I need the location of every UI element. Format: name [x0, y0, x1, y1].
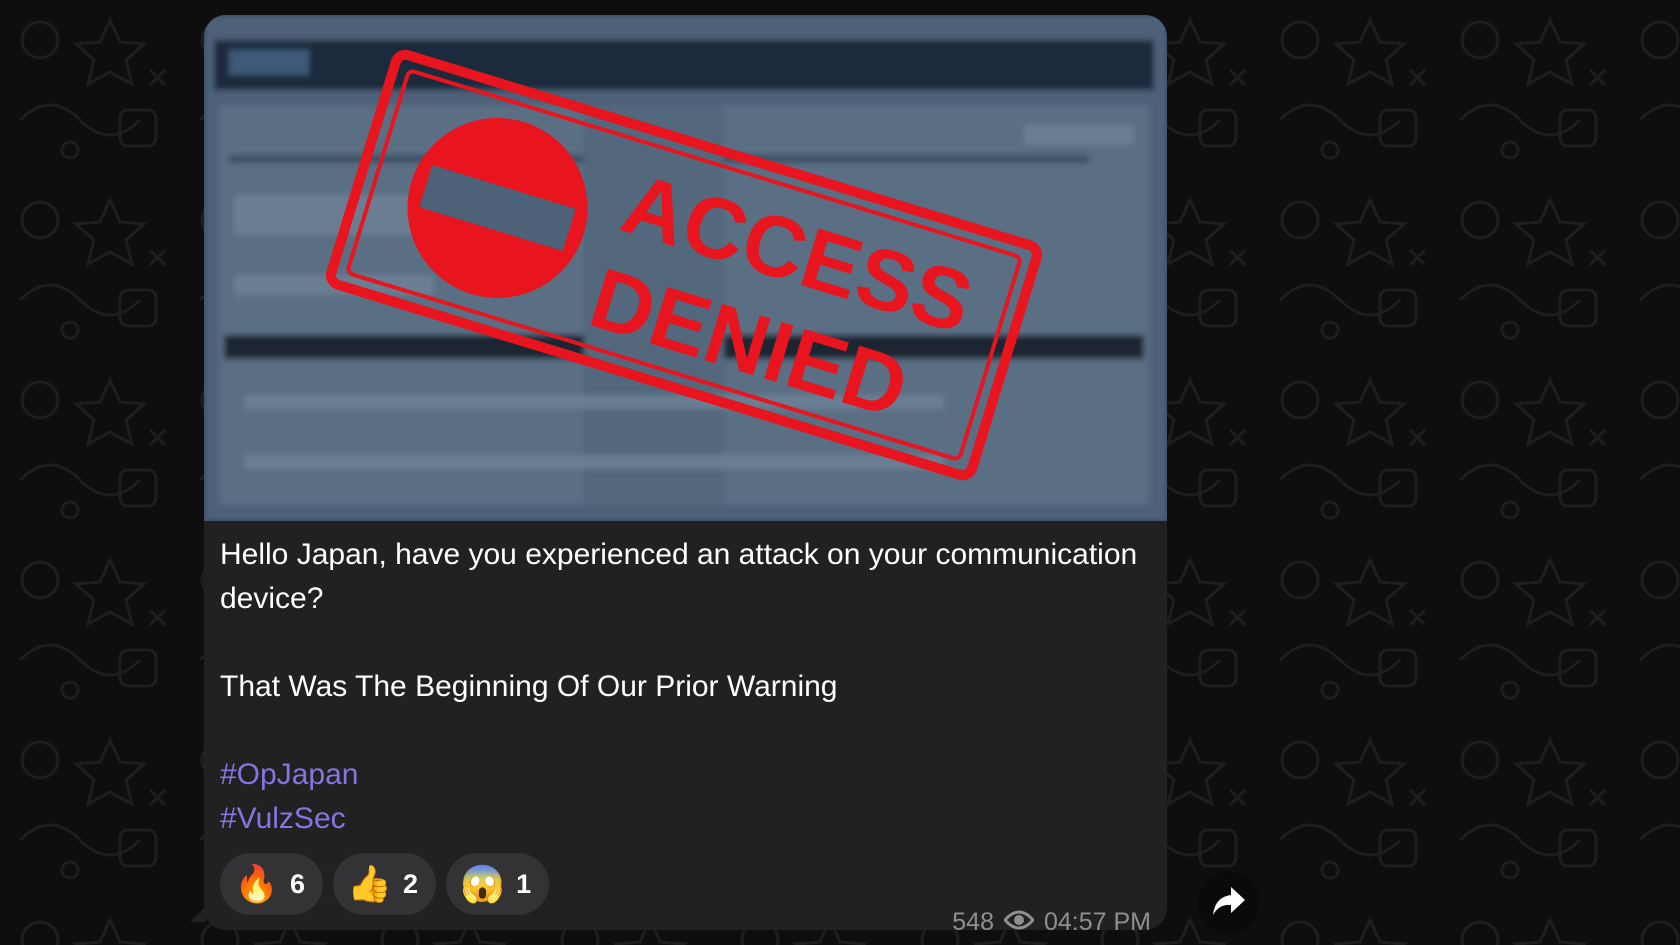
caption-line-1: Hello Japan, have you experienced an att… — [220, 538, 1138, 615]
share-button[interactable] — [1198, 872, 1260, 934]
reaction-scream[interactable]: 😱 1 — [446, 853, 550, 915]
message-time: 04:57 PM — [1043, 908, 1151, 930]
hashtag-opjapan[interactable]: #OpJapan — [220, 753, 1151, 797]
scream-emoji-icon: 😱 — [460, 863, 505, 904]
reaction-count: 2 — [403, 868, 419, 899]
caption-line-2: That Was The Beginning Of Our Prior Warn… — [220, 670, 838, 703]
hashtag-vulzsec[interactable]: #VulzSec — [220, 797, 1151, 841]
share-arrow-icon — [1211, 885, 1247, 922]
message-caption: Hello Japan, have you experienced an att… — [204, 521, 1167, 841]
reactions-bar: 🔥 6 👍 2 😱 1 — [220, 853, 550, 915]
thumbs-up-emoji-icon: 👍 — [347, 863, 392, 904]
reaction-fire[interactable]: 🔥 6 — [220, 853, 324, 915]
fire-emoji-icon: 🔥 — [234, 863, 279, 904]
message-image[interactable]: ACCESS DENIED — [204, 15, 1167, 521]
reaction-count: 6 — [290, 868, 306, 899]
channel-message: ACCESS DENIED Hello Japan, have you expe… — [204, 15, 1167, 930]
reaction-count: 1 — [516, 868, 532, 899]
message-meta: 548 04:57 PM — [952, 908, 1151, 930]
eye-icon — [1002, 908, 1035, 930]
view-count: 548 — [952, 908, 994, 930]
access-denied-image: ACCESS DENIED — [204, 15, 1167, 521]
reaction-thumbs-up[interactable]: 👍 2 — [333, 853, 437, 915]
